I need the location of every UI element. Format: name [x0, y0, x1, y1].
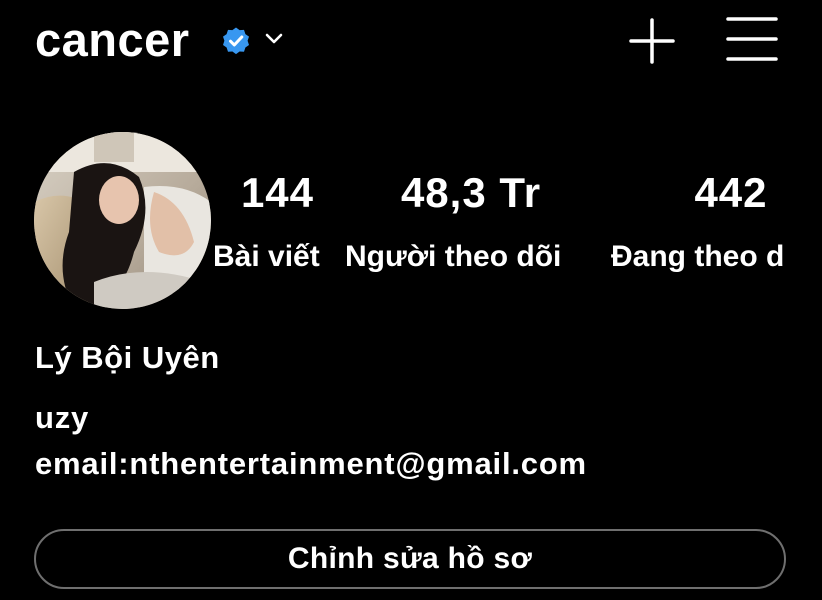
avatar-photo: [34, 132, 211, 309]
hamburger-menu-icon[interactable]: [726, 16, 778, 64]
following-label: Đang theo d: [611, 240, 785, 273]
chevron-down-icon[interactable]: [263, 30, 285, 48]
following-count: 442: [694, 169, 768, 216]
profile-full-name: Lý Bội Uyên: [35, 340, 220, 375]
posts-count: 144: [240, 169, 315, 216]
stat-following[interactable]: 442: [681, 166, 781, 220]
plus-icon[interactable]: [627, 16, 677, 66]
bio-line: uzy: [35, 400, 90, 435]
avatar[interactable]: [34, 132, 211, 309]
username-title[interactable]: cancer: [35, 12, 190, 68]
edit-profile-button[interactable]: Chỉnh sửa hồ sơ: [34, 529, 786, 589]
stat-posts[interactable]: 144: [230, 166, 325, 220]
verified-badge-icon: [223, 27, 249, 55]
bio-email: email:nthentertainment@gmail.com: [35, 446, 587, 481]
posts-label: Bài viết: [213, 240, 320, 273]
stat-followers[interactable]: 48,3 Tr: [383, 166, 559, 220]
followers-count: 48,3 Tr: [400, 169, 542, 216]
profile-header: cancer: [0, 0, 822, 84]
followers-label: Người theo dõi: [345, 240, 562, 273]
